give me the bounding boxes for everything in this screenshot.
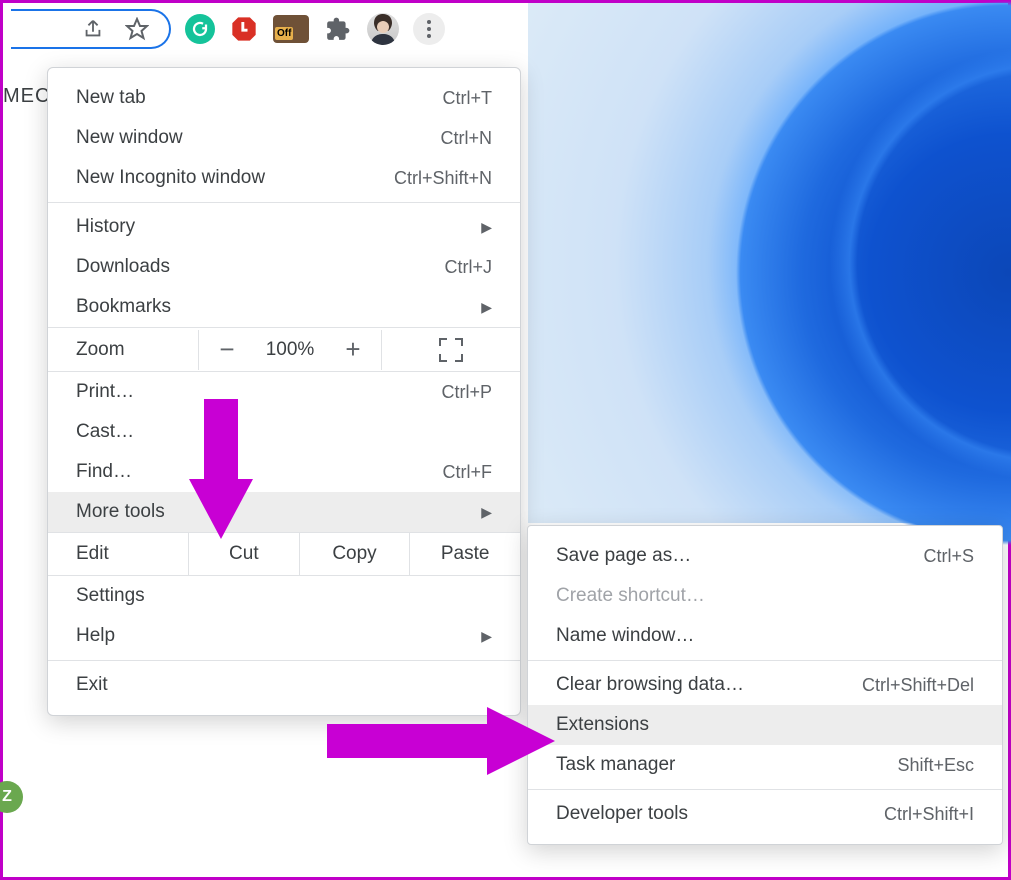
menu-new-tab[interactable]: New tab Ctrl+T	[48, 78, 520, 118]
edit-cut-button[interactable]: Cut	[188, 533, 299, 575]
submenu-save-page[interactable]: Save page as… Ctrl+S	[528, 536, 1002, 576]
submenu-shortcut: Ctrl+Shift+I	[884, 804, 974, 825]
chrome-menu-button[interactable]	[413, 13, 445, 45]
submenu-shortcut: Shift+Esc	[897, 755, 974, 776]
submenu-extensions[interactable]: Extensions	[528, 705, 1002, 745]
submenu-clear-data[interactable]: Clear browsing data… Ctrl+Shift+Del	[528, 665, 1002, 705]
edit-copy-button[interactable]: Copy	[299, 533, 410, 575]
menu-find[interactable]: Find… Ctrl+F	[48, 452, 520, 492]
menu-shortcut: Ctrl+T	[443, 88, 493, 109]
menu-cast[interactable]: Cast…	[48, 412, 520, 452]
menu-settings[interactable]: Settings	[48, 576, 520, 616]
chrome-main-menu: New tab Ctrl+T New window Ctrl+N New Inc…	[47, 67, 521, 716]
menu-label: Bookmarks	[76, 296, 171, 318]
menu-more-tools[interactable]: More tools ▶	[48, 492, 520, 532]
submenu-arrow-icon: ▶	[481, 299, 492, 316]
share-icon[interactable]	[79, 15, 107, 43]
submenu-label: Save page as…	[556, 545, 691, 567]
menu-shortcut: Ctrl+P	[441, 382, 492, 403]
submenu-label: Clear browsing data…	[556, 674, 744, 696]
tag-manager-extension-icon[interactable]: Off	[273, 15, 309, 43]
edit-label: Edit	[48, 533, 188, 575]
submenu-name-window[interactable]: Name window…	[528, 616, 1002, 656]
adblock-extension-icon[interactable]	[229, 14, 259, 44]
submenu-label: Name window…	[556, 625, 694, 647]
browser-toolbar: Off	[3, 3, 528, 55]
edit-paste-button[interactable]: Paste	[409, 533, 520, 575]
menu-downloads[interactable]: Downloads Ctrl+J	[48, 247, 520, 287]
extension-off-badge: Off	[275, 27, 293, 40]
submenu-label: Developer tools	[556, 803, 688, 825]
menu-label: Downloads	[76, 256, 170, 278]
menu-label: Settings	[76, 585, 145, 607]
submenu-create-shortcut: Create shortcut…	[528, 576, 1002, 616]
desktop-wallpaper	[528, 3, 1008, 523]
menu-exit[interactable]: Exit	[48, 665, 520, 705]
submenu-label: Task manager	[556, 754, 675, 776]
submenu-shortcut: Ctrl+S	[923, 546, 974, 567]
menu-label: New tab	[76, 87, 146, 109]
submenu-arrow-icon: ▶	[481, 504, 492, 521]
menu-new-window[interactable]: New window Ctrl+N	[48, 118, 520, 158]
menu-label: Print…	[76, 381, 134, 403]
menu-label: Exit	[76, 674, 108, 696]
grammarly-extension-icon[interactable]	[185, 14, 215, 44]
menu-history[interactable]: History ▶	[48, 207, 520, 247]
submenu-task-manager[interactable]: Task manager Shift+Esc	[528, 745, 1002, 785]
page-content-fragment: MEC	[3, 85, 50, 108]
zoom-label: Zoom	[48, 329, 198, 371]
menu-label: History	[76, 216, 135, 238]
menu-shortcut: Ctrl+Shift+N	[394, 168, 492, 189]
zoom-value: 100%	[255, 339, 325, 361]
menu-label: More tools	[76, 501, 165, 523]
menu-bookmarks[interactable]: Bookmarks ▶	[48, 287, 520, 327]
submenu-arrow-icon: ▶	[481, 628, 492, 645]
submenu-label: Create shortcut…	[556, 585, 705, 607]
menu-label: Help	[76, 625, 115, 647]
omnibox-actions	[11, 9, 171, 49]
menu-shortcut: Ctrl+N	[440, 128, 492, 149]
submenu-shortcut: Ctrl+Shift+Del	[862, 675, 974, 696]
menu-help[interactable]: Help ▶	[48, 616, 520, 656]
menu-zoom-row: Zoom − 100% +	[48, 327, 520, 372]
menu-label: New Incognito window	[76, 167, 265, 189]
menu-label: New window	[76, 127, 183, 149]
menu-label: Find…	[76, 461, 132, 483]
bookmark-star-icon[interactable]	[123, 15, 151, 43]
menu-label: Cast…	[76, 421, 134, 443]
menu-shortcut: Ctrl+J	[444, 257, 492, 278]
profile-avatar[interactable]	[367, 13, 399, 45]
submenu-developer-tools[interactable]: Developer tools Ctrl+Shift+I	[528, 794, 1002, 834]
zoom-out-button[interactable]: −	[199, 328, 255, 371]
submenu-arrow-icon: ▶	[481, 219, 492, 236]
menu-print[interactable]: Print… Ctrl+P	[48, 372, 520, 412]
zoom-in-button[interactable]: +	[325, 328, 381, 371]
extensions-puzzle-icon[interactable]	[323, 14, 353, 44]
fullscreen-button[interactable]	[382, 338, 520, 362]
fullscreen-icon	[439, 338, 463, 362]
more-tools-submenu: Save page as… Ctrl+S Create shortcut… Na…	[527, 525, 1003, 845]
menu-new-incognito[interactable]: New Incognito window Ctrl+Shift+N	[48, 158, 520, 198]
z-avatar-badge: Z	[0, 781, 23, 813]
menu-shortcut: Ctrl+F	[443, 462, 493, 483]
menu-edit-row: Edit Cut Copy Paste	[48, 532, 520, 576]
submenu-label: Extensions	[556, 714, 649, 736]
